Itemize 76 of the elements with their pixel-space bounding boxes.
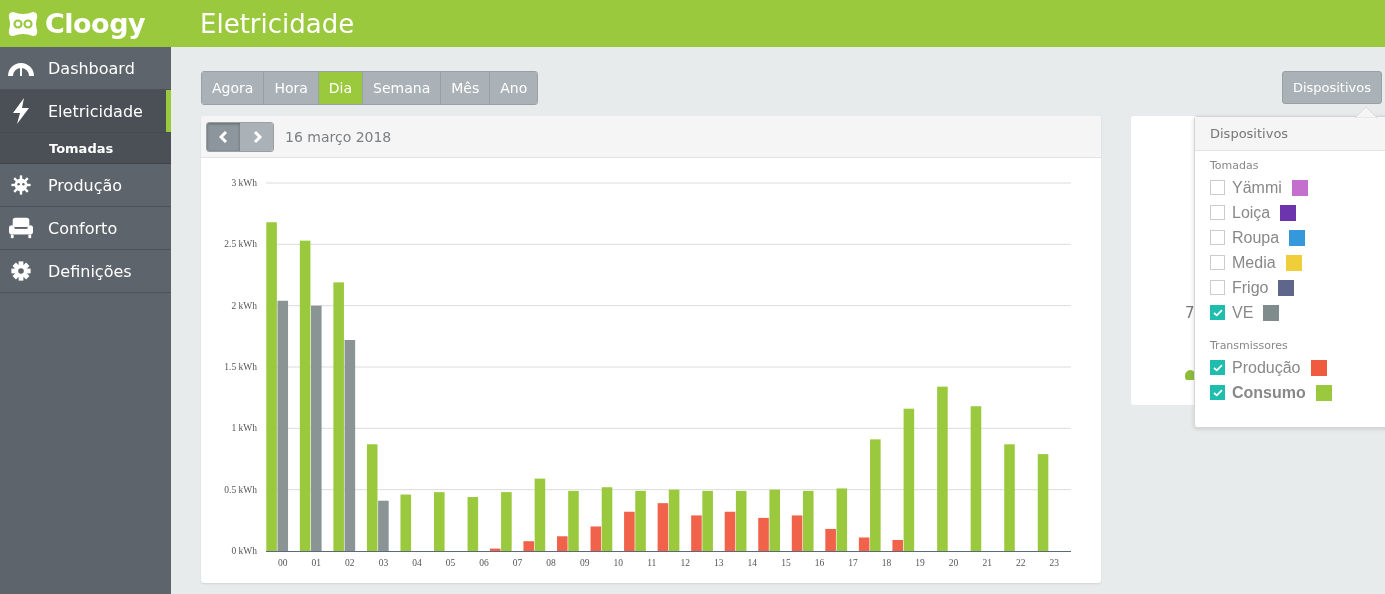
previous-button[interactable] [207, 122, 240, 151]
period-tab[interactable]: Dia [318, 72, 364, 104]
y-axis-label: 2 kWh [231, 300, 257, 311]
checkbox[interactable] [1210, 305, 1225, 320]
checkbox[interactable] [1210, 205, 1225, 220]
x-axis-label: 12 [680, 558, 690, 568]
checkbox[interactable] [1210, 230, 1225, 245]
logo-icon [7, 9, 39, 38]
device-label: Yämmi [1232, 178, 1282, 197]
x-axis-label: 19 [915, 558, 925, 568]
checkbox[interactable] [1210, 385, 1225, 400]
x-axis-label: 07 [512, 558, 523, 568]
device-label: Consumo [1232, 383, 1306, 402]
x-axis-label: 08 [546, 558, 556, 568]
y-axis-label: 2.5 kWh [224, 239, 257, 250]
date-label: 16 março 2018 [285, 128, 392, 145]
x-axis-label: 02 [345, 558, 355, 568]
x-axis-label: 23 [1049, 558, 1059, 568]
sidebar-item[interactable]: Definições [0, 250, 171, 293]
next-button[interactable] [240, 122, 273, 151]
period-tab[interactable]: Hora [264, 72, 319, 104]
sidebar-item[interactable]: Produção [0, 164, 171, 207]
x-axis-label: 22 [1015, 558, 1026, 568]
device-label: Produção [1232, 358, 1301, 377]
chevron-right-icon [251, 130, 262, 143]
y-axis-label: 1.5 kWh [224, 362, 257, 372]
x-axis-label: 21 [982, 558, 992, 568]
x-axis-label: 05 [445, 558, 456, 568]
checkbox[interactable] [1210, 360, 1225, 375]
checkbox[interactable] [1210, 255, 1225, 270]
page-title: Eletricidade [200, 8, 355, 39]
y-axis-label: 0.5 kWh [224, 484, 257, 495]
bar [434, 492, 445, 551]
period-tab[interactable]: Ano [490, 72, 538, 104]
x-axis-label: 06 [479, 558, 489, 568]
armchair-icon [6, 216, 36, 240]
sidebar-subitem[interactable]: Tomadas [0, 133, 171, 164]
bar [668, 489, 680, 551]
period-tab[interactable]: Semana [363, 72, 442, 104]
x-axis-label: 04 [412, 558, 422, 568]
summary-value: 7 [1185, 304, 1195, 322]
x-axis-label: 00 [278, 558, 288, 568]
x-axis-label: 01 [311, 558, 322, 568]
device-label: Roupa [1232, 228, 1280, 247]
x-axis-label: 16 [814, 558, 825, 568]
sidebar-item[interactable]: Eletricidade [0, 90, 171, 133]
checkbox[interactable] [1210, 280, 1225, 295]
bar [467, 497, 479, 551]
x-axis-label: 09 [579, 558, 590, 568]
x-axis-label: 11 [647, 558, 657, 568]
logo-text: Cloogy [45, 8, 146, 39]
group-heading: Tomadas [1209, 158, 1260, 174]
x-axis-label: 03 [378, 558, 389, 568]
x-axis-label: 14 [747, 558, 758, 568]
y-axis-label: 0 kWh [231, 546, 257, 556]
device-label: Media [1232, 253, 1276, 272]
chevron-left-icon [218, 130, 229, 143]
y-axis-label: 1 kWh [231, 423, 257, 434]
devices-button[interactable]: Dispositivos [1281, 71, 1382, 104]
x-axis-label: 17 [848, 558, 858, 568]
bar [657, 503, 669, 551]
device-label: Frigo [1232, 278, 1269, 297]
period-tab[interactable]: Mês [441, 72, 491, 104]
checkbox[interactable] [1210, 180, 1225, 195]
x-axis-label: 10 [613, 558, 623, 568]
bar [400, 494, 412, 551]
x-axis-label: 18 [881, 558, 892, 568]
sidebar-item[interactable]: Conforto [0, 207, 171, 250]
period-tab[interactable]: Agora [202, 72, 265, 104]
device-label: Loiça [1232, 203, 1271, 222]
y-axis-label: 3 kWh [231, 178, 257, 188]
x-axis-label: 13 [714, 558, 724, 568]
device-label: VE [1232, 303, 1254, 322]
group-heading: Transmissores [1209, 338, 1289, 354]
x-axis-label: 15 [781, 558, 791, 568]
x-axis-label: 20 [948, 558, 959, 568]
